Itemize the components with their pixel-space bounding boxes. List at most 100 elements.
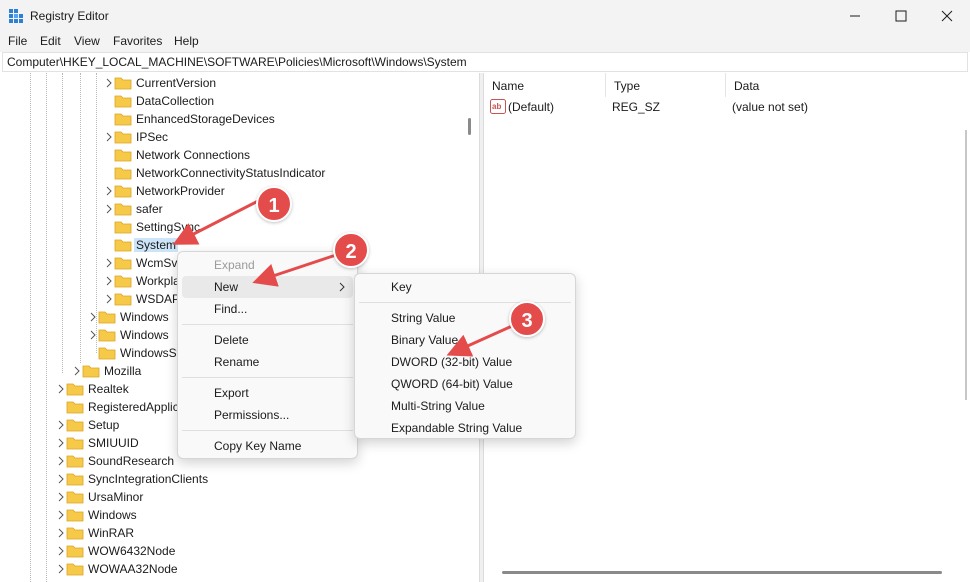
tree-item-label: Setup (88, 418, 120, 432)
tree-item[interactable]: DataCollection (104, 92, 470, 110)
tree-item[interactable]: EnhancedStorageDevices (104, 110, 470, 128)
chevron-right-icon[interactable] (104, 293, 114, 305)
chevron-right-icon[interactable] (72, 365, 82, 377)
column-header-data[interactable]: Data (726, 73, 956, 97)
tree-item-label: WOW6432Node (88, 544, 176, 558)
ctx-delete[interactable]: Delete (182, 329, 353, 351)
tree-item[interactable]: NetworkConnectivityStatusIndicator (104, 164, 470, 182)
address-path: Computer\HKEY_LOCAL_MACHINE\SOFTWARE\Pol… (7, 55, 467, 69)
close-icon (941, 10, 953, 22)
folder-icon (66, 383, 84, 396)
menu-favorites[interactable]: Favorites (113, 34, 162, 48)
tree-item[interactable]: SyncIntegrationClients (56, 470, 470, 488)
chevron-right-icon[interactable] (104, 131, 114, 143)
ctx-separator (182, 324, 353, 325)
folder-icon (114, 95, 132, 108)
chevron-right-icon[interactable] (56, 509, 66, 521)
submenu-separator (359, 302, 571, 303)
values-scrollbar-thumb[interactable] (965, 130, 967, 400)
address-bar[interactable]: Computer\HKEY_LOCAL_MACHINE\SOFTWARE\Pol… (2, 52, 968, 72)
tree-item-label: safer (136, 202, 163, 216)
tree-item[interactable]: SettingSync (104, 218, 470, 236)
folder-icon (66, 455, 84, 468)
tree-item-label: Windows (88, 508, 137, 522)
tree-item[interactable]: WinRAR (56, 524, 470, 542)
tree-item-label: CurrentVersion (136, 76, 217, 90)
chevron-right-icon[interactable] (56, 419, 66, 431)
minimize-icon (850, 15, 860, 17)
tree-item[interactable]: WOWAA32Node (56, 560, 470, 578)
ctx-separator (182, 377, 353, 378)
chevron-right-icon[interactable] (56, 545, 66, 557)
submenu-qword-value[interactable]: QWORD (64-bit) Value (359, 373, 571, 395)
menu-help[interactable]: Help (174, 34, 199, 48)
folder-icon (114, 203, 132, 216)
tree-item[interactable]: UrsaMinor (56, 488, 470, 506)
ctx-export[interactable]: Export (182, 382, 353, 404)
ctx-find[interactable]: Find... (182, 298, 353, 320)
menu-view[interactable]: View (74, 34, 100, 48)
value-data: (value not set) (732, 100, 809, 114)
folder-icon (66, 491, 84, 504)
minimize-button[interactable] (832, 0, 878, 32)
chevron-right-icon[interactable] (56, 491, 66, 503)
chevron-right-icon[interactable] (56, 473, 66, 485)
tree-scrollbar-thumb[interactable] (468, 118, 471, 135)
column-header-type[interactable]: Type (606, 73, 726, 97)
folder-icon (114, 293, 132, 306)
close-button[interactable] (924, 0, 970, 32)
folder-icon (114, 131, 132, 144)
chevron-right-icon[interactable] (104, 203, 114, 215)
chevron-right-icon[interactable] (56, 563, 66, 575)
submenu-expandable-string-value[interactable]: Expandable String Value (359, 417, 571, 439)
tree-item-label: WOWAA32Node (88, 562, 178, 576)
tree-item-label: Windows (120, 310, 169, 324)
column-header-name[interactable]: Name (484, 73, 606, 97)
folder-icon (66, 473, 84, 486)
tree-item-label: UrsaMinor (88, 490, 144, 504)
folder-icon (98, 311, 116, 324)
folder-icon (66, 563, 84, 576)
chevron-right-icon[interactable] (104, 275, 114, 287)
chevron-right-icon[interactable] (88, 311, 98, 323)
chevron-right-icon[interactable] (56, 437, 66, 449)
maximize-button[interactable] (878, 0, 924, 32)
chevron-right-icon[interactable] (56, 383, 66, 395)
chevron-right-icon[interactable] (56, 527, 66, 539)
tree-item[interactable]: WOW6432Node (56, 542, 470, 560)
submenu-multi-string-value[interactable]: Multi-String Value (359, 395, 571, 417)
ctx-rename[interactable]: Rename (182, 351, 353, 373)
ctx-copy-key-name[interactable]: Copy Key Name (182, 435, 353, 457)
tree-item-label: IPSec (136, 130, 169, 144)
title-bar: Registry Editor (0, 0, 970, 32)
maximize-icon (895, 10, 907, 22)
chevron-right-icon (339, 282, 345, 292)
submenu-binary-value[interactable]: Binary Value (359, 329, 571, 351)
folder-icon (98, 347, 116, 360)
chevron-right-icon[interactable] (104, 185, 114, 197)
folder-icon (66, 527, 84, 540)
tree-item[interactable]: IPSec (104, 128, 470, 146)
values-hscroll-thumb[interactable] (502, 571, 942, 574)
folder-icon (114, 167, 132, 180)
value-name: (Default) (508, 100, 555, 114)
chevron-right-icon[interactable] (56, 455, 66, 467)
tree-item[interactable]: CurrentVersion (104, 74, 470, 92)
folder-icon (114, 257, 132, 270)
chevron-right-icon[interactable] (104, 77, 114, 89)
folder-icon (66, 509, 84, 522)
folder-icon (114, 239, 132, 252)
tree-item[interactable]: Windows (56, 506, 470, 524)
submenu-dword-value[interactable]: DWORD (32-bit) Value (359, 351, 571, 373)
menu-edit[interactable]: Edit (40, 34, 61, 48)
submenu-key[interactable]: Key (359, 276, 571, 298)
ctx-new[interactable]: New (182, 276, 353, 298)
chevron-right-icon[interactable] (104, 257, 114, 269)
folder-icon (66, 419, 84, 432)
ctx-permissions[interactable]: Permissions... (182, 404, 353, 426)
menu-file[interactable]: File (8, 34, 27, 48)
tree-item[interactable]: Network Connections (104, 146, 470, 164)
tree-item-label: EnhancedStorageDevices (136, 112, 275, 126)
chevron-right-icon[interactable] (88, 329, 98, 341)
menu-bar: File Edit View Favorites Help (0, 32, 970, 52)
